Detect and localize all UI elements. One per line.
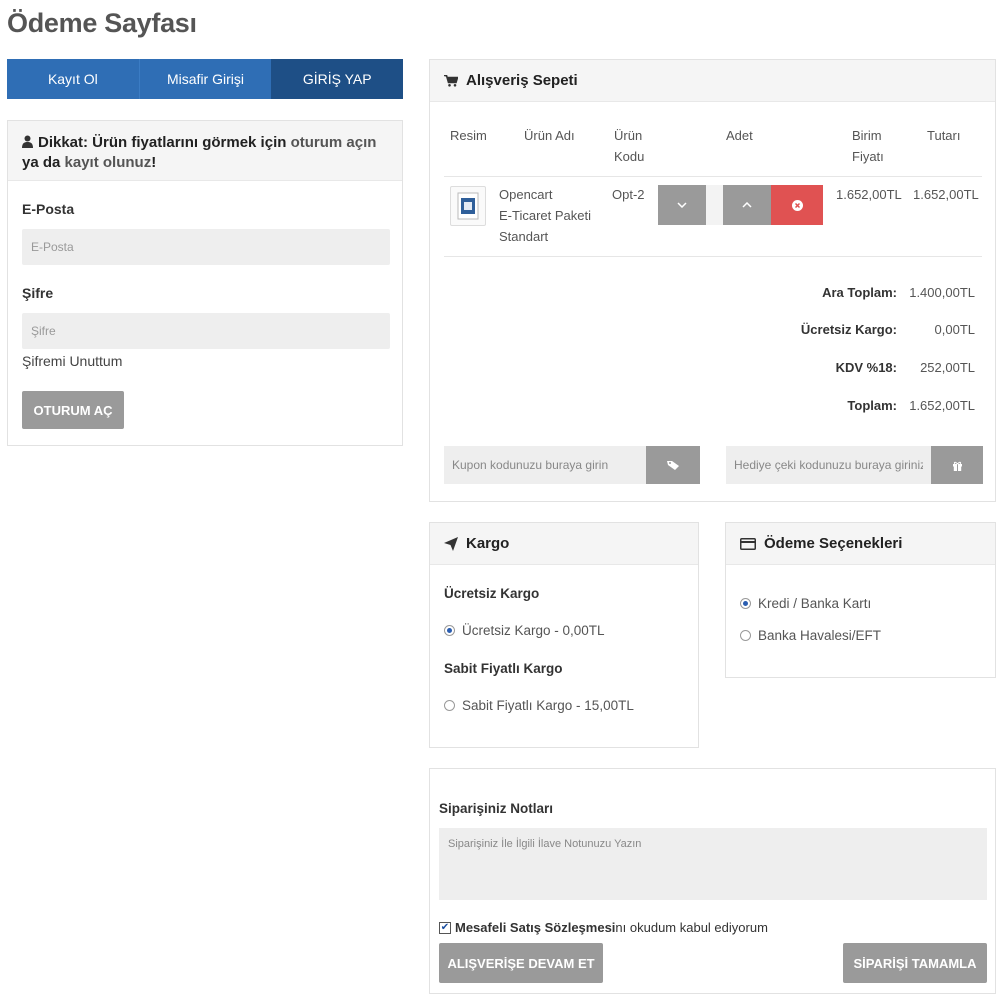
grand-total-value: 1.652,00TL bbox=[909, 398, 975, 413]
tab-register[interactable]: Kayıt Ol bbox=[7, 59, 139, 99]
agreement-text: nı okudum kabul ediyorum bbox=[615, 920, 768, 935]
register-link[interactable]: kayıt olunuz bbox=[65, 154, 152, 171]
free-shipping-option[interactable]: Ücretsiz Kargo - 0,00TL bbox=[444, 623, 605, 638]
warning-suffix: ! bbox=[151, 154, 157, 171]
product-name-1[interactable]: Opencart bbox=[499, 184, 552, 205]
qty-field[interactable] bbox=[706, 185, 723, 225]
col-image: Resim bbox=[450, 128, 487, 143]
shipping-total-value: 0,00TL bbox=[934, 322, 975, 337]
close-circle-icon bbox=[791, 199, 803, 211]
payment-title: Ödeme Seçenekleri bbox=[764, 535, 903, 552]
fixed-shipping-label: Sabit Fiyatlı Kargo - 15,00TL bbox=[462, 698, 634, 713]
complete-order-button[interactable]: SİPARİŞİ TAMAMLA bbox=[843, 943, 987, 983]
password-field[interactable] bbox=[22, 313, 390, 349]
subtotal-value: 1.400,00TL bbox=[909, 285, 975, 300]
radio-card-payment[interactable] bbox=[740, 598, 751, 609]
chevron-down-icon bbox=[677, 202, 687, 208]
col-name: Ürün Adı bbox=[524, 128, 575, 143]
qty-increase-button[interactable] bbox=[723, 185, 771, 225]
cart-header: Alışveriş Sepeti bbox=[430, 60, 995, 102]
grand-total-label: Toplam: bbox=[847, 398, 897, 413]
warning-text: Dikkat: Ürün fiyatlarını görmek için bbox=[38, 134, 291, 151]
warning-text-mid: ya da bbox=[22, 154, 65, 171]
cart-title: Alışveriş Sepeti bbox=[466, 72, 578, 89]
login-panel: Dikkat: Ürün fiyatlarını görmek için otu… bbox=[7, 120, 403, 446]
card-payment-option[interactable]: Kredi / Banka Kartı bbox=[740, 596, 871, 611]
unit-price: 1.652,00TL bbox=[836, 187, 902, 202]
col-unit-2: Fiyatı bbox=[852, 149, 884, 164]
tab-login[interactable]: GİRİŞ YAP bbox=[271, 59, 404, 99]
col-qty: Adet bbox=[726, 128, 753, 143]
qty-decrease-button[interactable] bbox=[658, 185, 706, 225]
col-unit-1: Birim bbox=[852, 128, 882, 143]
coupon-input[interactable] bbox=[444, 446, 646, 484]
notes-label: Siparişiniz Notları bbox=[439, 801, 554, 816]
agreement-row: ✔ Mesafeli Satış Sözleşmesi nı okudum ka… bbox=[439, 920, 768, 935]
login-link[interactable]: oturum açın bbox=[291, 134, 377, 151]
order-notes-panel: Siparişiniz Notları ✔ Mesafeli Satış Söz… bbox=[429, 768, 996, 994]
col-code-1: Ürün bbox=[614, 128, 643, 143]
email-label: E-Posta bbox=[22, 201, 75, 217]
apply-coupon-button[interactable] bbox=[646, 446, 700, 484]
login-button[interactable]: OTURUM AÇ bbox=[22, 391, 124, 429]
col-total: Tutarı bbox=[927, 128, 961, 143]
apply-gift-button[interactable] bbox=[931, 446, 983, 484]
paper-plane-icon bbox=[444, 536, 458, 551]
gift-code-input[interactable] bbox=[726, 446, 931, 484]
shipping-header: Kargo bbox=[430, 523, 698, 565]
tag-icon bbox=[666, 460, 679, 470]
transfer-payment-option[interactable]: Banka Havalesi/EFT bbox=[740, 628, 881, 643]
auth-tabs: Kayıt Ol Misafir Girişi GİRİŞ YAP bbox=[7, 59, 404, 99]
credit-card-icon bbox=[740, 537, 756, 550]
tax-value: 252,00TL bbox=[920, 360, 975, 375]
transfer-payment-label: Banka Havalesi/EFT bbox=[758, 628, 882, 643]
divider bbox=[444, 256, 982, 257]
product-name-3[interactable]: Standart bbox=[499, 226, 548, 247]
product-thumbnail[interactable] bbox=[450, 186, 486, 226]
login-warning: Dikkat: Ürün fiyatlarını görmek için otu… bbox=[8, 121, 402, 181]
shipping-total-label: Ücretsiz Kargo: bbox=[800, 322, 897, 337]
forgot-password-link[interactable]: Şifremi Unuttum bbox=[22, 353, 122, 369]
line-total: 1.652,00TL bbox=[913, 187, 979, 202]
shipping-panel: Kargo Ücretsiz Kargo Ücretsiz Kargo - 0,… bbox=[429, 522, 699, 748]
divider bbox=[444, 176, 982, 177]
subtotal-label: Ara Toplam: bbox=[822, 285, 897, 300]
free-shipping-group: Ücretsiz Kargo bbox=[444, 586, 540, 601]
fixed-shipping-option[interactable]: Sabit Fiyatlı Kargo - 15,00TL bbox=[444, 698, 634, 713]
radio-free-shipping[interactable] bbox=[444, 625, 455, 636]
payment-header: Ödeme Seçenekleri bbox=[726, 523, 995, 565]
product-name-2[interactable]: E-Ticaret Paketi bbox=[499, 205, 591, 226]
tax-label: KDV %18: bbox=[835, 360, 897, 375]
tab-guest-login[interactable]: Misafir Girişi bbox=[138, 59, 272, 99]
agreement-checkbox[interactable]: ✔ bbox=[439, 921, 451, 934]
shipping-title: Kargo bbox=[466, 535, 510, 552]
radio-transfer-payment[interactable] bbox=[740, 630, 751, 641]
free-shipping-label: Ücretsiz Kargo - 0,00TL bbox=[462, 623, 605, 638]
payment-panel: Ödeme Seçenekleri Kredi / Banka Kartı Ba… bbox=[725, 522, 996, 678]
gift-icon bbox=[952, 461, 962, 471]
shopping-cart-icon bbox=[444, 74, 458, 87]
email-field[interactable] bbox=[22, 229, 390, 265]
chevron-up-icon bbox=[742, 202, 752, 208]
col-code-2: Kodu bbox=[614, 149, 645, 164]
password-label: Şifre bbox=[22, 285, 54, 301]
product-code: Opt-2 bbox=[612, 187, 645, 202]
radio-fixed-shipping[interactable] bbox=[444, 700, 455, 711]
agreement-link[interactable]: Mesafeli Satış Sözleşmesi bbox=[455, 920, 615, 935]
order-notes-field[interactable] bbox=[439, 828, 987, 900]
page-title: Ödeme Sayfası bbox=[7, 8, 197, 38]
user-icon bbox=[22, 134, 33, 153]
continue-shopping-button[interactable]: ALIŞVERİŞE DEVAM ET bbox=[439, 943, 603, 983]
remove-item-button[interactable] bbox=[771, 185, 823, 225]
cart-panel: Alışveriş Sepeti Resim Ürün Adı Ürün Kod… bbox=[429, 59, 996, 502]
fixed-shipping-group: Sabit Fiyatlı Kargo bbox=[444, 661, 563, 676]
card-payment-label: Kredi / Banka Kartı bbox=[758, 596, 872, 611]
